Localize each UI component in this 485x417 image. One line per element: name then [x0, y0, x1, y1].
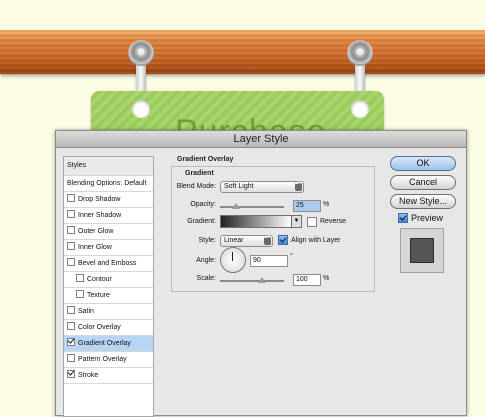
gradient-label: Gradient:: [187, 218, 216, 225]
sidebar-checkbox[interactable]: [67, 306, 75, 315]
scale-percent: %: [323, 275, 330, 282]
reverse-checkbox[interactable]: [307, 217, 317, 227]
section-title: Gradient Overlay: [177, 156, 234, 163]
opacity-slider-thumb[interactable]: [232, 203, 240, 209]
styles-sidebar: Styles Blending Options: Default Drop Shad…: [63, 156, 154, 417]
align-with-layer-checkbox[interactable]: [278, 235, 288, 245]
preview-checkbox[interactable]: [398, 213, 408, 223]
blend-mode-value: Soft Light: [224, 183, 254, 190]
opacity-slider-track[interactable]: [220, 206, 284, 208]
sidebar-checkbox[interactable]: [67, 226, 75, 235]
sidebar-item-outer-glow[interactable]: Outer Glow: [64, 224, 153, 240]
sidebar-checkbox[interactable]: [67, 338, 75, 347]
sidebar-item-label: Blending Options: Default: [67, 180, 147, 187]
opacity-percent: %: [323, 201, 330, 208]
select-arrows-icon: [264, 234, 271, 245]
angle-degree: °: [290, 253, 293, 260]
gradient-dropdown-icon[interactable]: ▼: [291, 215, 302, 228]
sidebar-item-label: Outer Glow: [78, 228, 114, 235]
style-preview: [400, 228, 444, 273]
cancel-button[interactable]: Cancel: [390, 175, 456, 190]
sidebar-item-contour[interactable]: Contour: [64, 272, 153, 288]
sidebar-checkbox[interactable]: [67, 210, 75, 219]
reverse-label: Reverse: [320, 218, 347, 225]
sidebar-item-label: Contour: [87, 276, 112, 283]
sidebar-item-bevel-and-emboss[interactable]: Bevel and Emboss: [64, 256, 153, 272]
style-select[interactable]: Linear: [220, 234, 273, 247]
sidebar-item-label: Bevel and Emboss: [78, 260, 137, 267]
angle-needle: [232, 252, 233, 261]
preview-swatch: [410, 238, 434, 263]
sidebar-checkbox[interactable]: [67, 370, 75, 379]
sidebar-checkbox[interactable]: [67, 194, 75, 203]
sidebar-item-pattern-overlay[interactable]: Pattern Overlay: [64, 352, 153, 368]
new-style-button[interactable]: New Style...: [390, 194, 456, 209]
right-ring-icon: [347, 40, 373, 66]
left-ring-icon: [128, 40, 154, 66]
opacity-input[interactable]: 25: [293, 200, 321, 212]
scale-slider-track[interactable]: [220, 280, 284, 282]
scale-slider-thumb[interactable]: [258, 277, 267, 283]
angle-label: Angle:: [196, 257, 216, 264]
sidebar-item-texture[interactable]: Texture: [64, 288, 153, 304]
sidebar-item-styles[interactable]: Styles: [64, 157, 153, 176]
align-with-layer-label: Align with Layer: [291, 237, 341, 244]
style-label: Style:: [198, 237, 216, 244]
sidebar-item-label: Stroke: [78, 372, 99, 379]
style-value: Linear: [224, 237, 244, 244]
wooden-board: [0, 30, 485, 74]
sidebar-item-blending-options-default[interactable]: Blending Options: Default: [64, 176, 153, 192]
sidebar-item-label: Inner Glow: [78, 244, 112, 251]
sidebar-item-label: Pattern Overlay: [78, 356, 127, 363]
sidebar-item-label: Inner Shadow: [78, 212, 122, 219]
group-title: Gradient: [185, 170, 214, 177]
sidebar-item-label: Drop Shadow: [78, 196, 121, 203]
dialog-title: Layer Style: [56, 131, 466, 148]
sidebar-item-inner-shadow[interactable]: Inner Shadow: [64, 208, 153, 224]
sidebar-checkbox[interactable]: [76, 290, 84, 299]
sidebar-item-label: Gradient Overlay: [78, 340, 131, 347]
ok-button[interactable]: OK: [390, 156, 456, 171]
gradient-swatch[interactable]: [220, 215, 292, 228]
left-card-hole: [132, 100, 150, 118]
gradient-group: Gradient Blend Mode: Soft Light Opacity:…: [171, 166, 375, 292]
scale-input[interactable]: 100: [293, 274, 321, 286]
select-arrows-icon: [295, 180, 302, 191]
layer-style-dialog: Layer Style Styles Blending Options: Defa…: [55, 130, 467, 417]
scale-label: Scale:: [196, 275, 216, 282]
sidebar-item-label: Color Overlay: [78, 324, 121, 331]
sidebar-item-color-overlay[interactable]: Color Overlay: [64, 320, 153, 336]
gradient-overlay-panel: Gradient Overlay Gradient Blend Mode: So…: [164, 156, 378, 415]
blend-mode-select[interactable]: Soft Light: [220, 180, 304, 193]
sidebar-item-stroke[interactable]: Stroke: [64, 368, 153, 384]
sidebar-item-label: Styles: [67, 162, 87, 169]
sidebar-item-drop-shadow[interactable]: Drop Shadow: [64, 192, 153, 208]
right-card-hole: [351, 100, 369, 118]
sidebar-item-inner-glow[interactable]: Inner Glow: [64, 240, 153, 256]
preview-label: Preview: [411, 213, 444, 223]
sidebar-checkbox[interactable]: [76, 274, 84, 283]
blend-mode-label: Blend Mode:: [176, 183, 216, 190]
angle-input[interactable]: 90: [250, 255, 288, 267]
sidebar-checkbox[interactable]: [67, 322, 75, 331]
sidebar-checkbox[interactable]: [67, 258, 75, 267]
sidebar-checkbox[interactable]: [67, 354, 75, 363]
sidebar-item-label: Texture: [87, 292, 110, 299]
opacity-label: Opacity:: [190, 201, 216, 208]
sidebar-checkbox[interactable]: [67, 242, 75, 251]
sidebar-item-satin[interactable]: Satin: [64, 304, 153, 320]
sidebar-item-label: Satin: [78, 308, 94, 315]
angle-dial[interactable]: [220, 247, 246, 273]
sidebar-item-gradient-overlay[interactable]: Gradient Overlay: [64, 336, 153, 352]
